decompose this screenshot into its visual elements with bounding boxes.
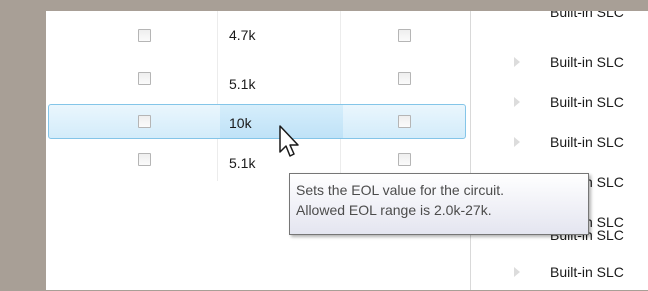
tooltip-line-2: Allowed EOL range is 2.0k-27k. xyxy=(296,202,492,218)
alarm-checkbox[interactable] xyxy=(398,29,411,42)
tree-item-label: Built-in SLC xyxy=(550,11,624,20)
alarm-checkbox[interactable] xyxy=(398,72,411,85)
eol-value[interactable]: 4.7k xyxy=(229,27,255,43)
alarm-checkbox[interactable] xyxy=(398,153,411,166)
tree-item-label: Built-in SLC xyxy=(550,94,624,110)
eol-value[interactable]: 5.1k xyxy=(229,155,255,171)
tooltip-line-1: Sets the EOL value for the circuit. xyxy=(296,182,505,198)
enabled-checkbox[interactable] xyxy=(138,153,151,166)
tree-item-label: Built-in SLC xyxy=(550,54,624,70)
table-row-selected[interactable]: 10k xyxy=(48,104,466,139)
eol-value[interactable]: 10k xyxy=(229,115,252,131)
enabled-checkbox[interactable] xyxy=(138,115,151,128)
tree-item[interactable]: Built-in SLC xyxy=(471,93,648,113)
tree-expand-arrow-icon[interactable] xyxy=(514,57,520,67)
tree-expand-arrow-icon[interactable] xyxy=(514,267,520,277)
tree-item[interactable]: Built-in SLC xyxy=(471,133,648,153)
table-row[interactable]: 5.1k xyxy=(46,70,470,102)
enabled-checkbox[interactable] xyxy=(138,29,151,42)
enabled-checkbox[interactable] xyxy=(138,72,151,85)
tree-expand-arrow-icon[interactable] xyxy=(514,97,520,107)
eol-tooltip: Sets the EOL value for the circuit. Allo… xyxy=(289,173,589,235)
device-tree: Built-in SLC Built-in SLC Built-in SLC B… xyxy=(471,11,648,290)
table-row[interactable]: 4.7k xyxy=(46,27,470,59)
arrow-pointer-icon xyxy=(279,125,299,157)
tree-item[interactable]: Built-in SLC xyxy=(471,11,648,23)
tree-expand-arrow-icon[interactable] xyxy=(514,137,520,147)
circuit-grid: 4.7k 5.1k 10k 5.1k xyxy=(46,11,470,290)
tree-item-label: Built-in SLC xyxy=(550,264,624,280)
eol-value[interactable]: 5.1k xyxy=(229,76,255,92)
alarm-checkbox[interactable] xyxy=(398,115,411,128)
tree-item[interactable]: Built-in SLC xyxy=(471,263,648,283)
tree-item-label: Built-in SLC xyxy=(550,134,624,150)
circuit-settings-panel: 4.7k 5.1k 10k 5.1k Built-in SLC Built-in… xyxy=(46,11,648,290)
tree-item[interactable]: Built-in SLC xyxy=(471,53,648,73)
